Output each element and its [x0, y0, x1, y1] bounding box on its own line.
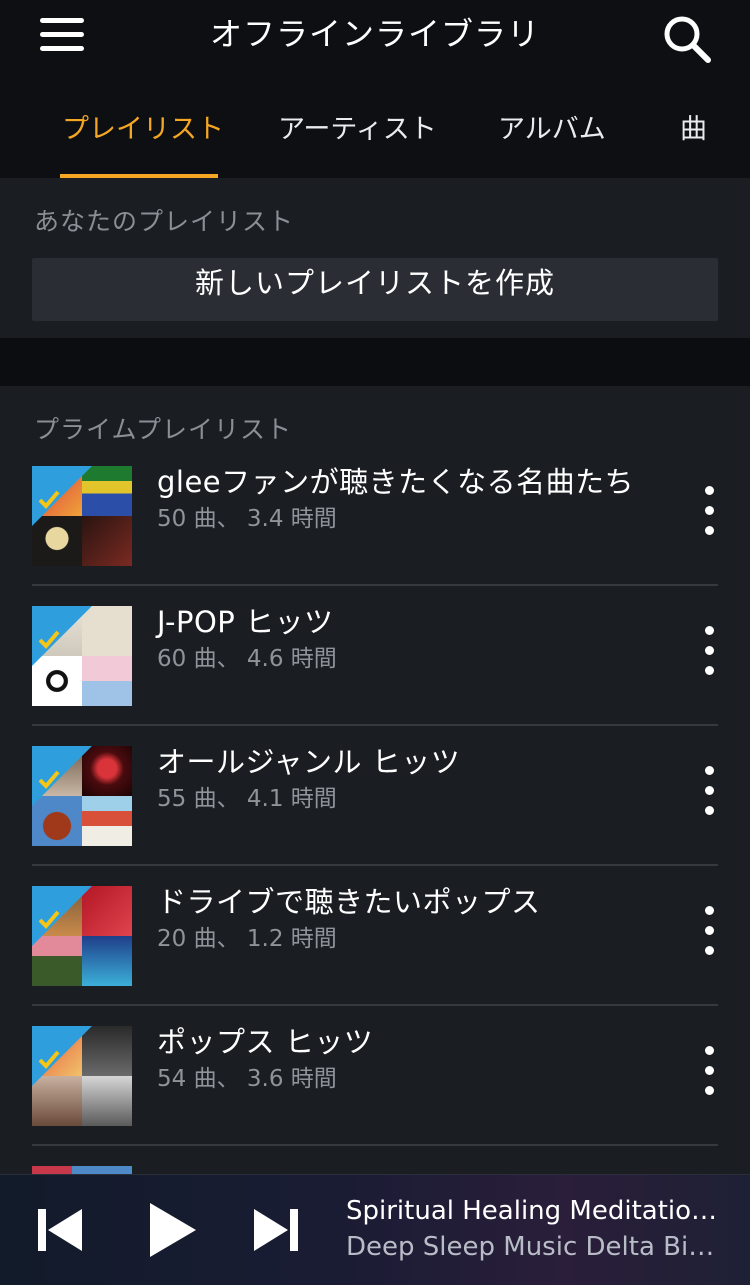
playlist-artwork: [32, 606, 132, 706]
playlist-artwork: [32, 886, 132, 986]
more-options-icon[interactable]: [700, 486, 720, 546]
playlist-meta: 20 曲、 1.2 時間: [157, 926, 337, 952]
your-playlists-label: あなたのプレイリスト: [34, 207, 295, 236]
playlist-meta: 60 曲、 4.6 時間: [157, 646, 337, 672]
more-options-icon[interactable]: [700, 626, 720, 686]
next-track-icon[interactable]: [252, 1207, 300, 1253]
tab-albums[interactable]: アルバム: [498, 112, 606, 148]
playlist-artwork: [32, 1026, 132, 1126]
play-icon[interactable]: [146, 1201, 198, 1259]
tab-playlists[interactable]: プレイリスト: [62, 112, 224, 148]
mini-player[interactable]: Spiritual Healing Meditation… Deep Sleep…: [0, 1174, 750, 1285]
library-tabs: プレイリスト アーティスト アルバム 曲: [0, 96, 750, 178]
playlist-row[interactable]: J-POP ヒッツ 60 曲、 4.6 時間: [0, 586, 750, 726]
playlist-meta: 55 曲、 4.1 時間: [157, 786, 337, 812]
previous-track-icon[interactable]: [36, 1207, 84, 1253]
playlist-artwork: [32, 466, 132, 566]
prime-playlists-section: プライムプレイリスト gleeファンが聴きたくなる名曲たち 50 曲、 3.4 …: [0, 386, 750, 1186]
playlist-meta: 50 曲、 3.4 時間: [157, 506, 337, 532]
tab-songs[interactable]: 曲: [680, 112, 707, 148]
playlist-title: gleeファンが聴きたくなる名曲たち: [157, 465, 635, 499]
top-bar: オフラインライブラリ プレイリスト アーティスト アルバム 曲: [0, 0, 750, 178]
create-playlist-button[interactable]: 新しいプレイリストを作成: [32, 258, 718, 321]
playlist-row[interactable]: オールジャンル ヒッツ 55 曲、 4.1 時間: [0, 726, 750, 866]
search-icon[interactable]: [660, 12, 716, 64]
playlist-row[interactable]: ポップス ヒッツ 54 曲、 3.6 時間: [0, 1006, 750, 1146]
playlist-title: ドライブで聴きたいポップス: [157, 885, 541, 919]
playlist-title: オールジャンル ヒッツ: [157, 745, 461, 779]
playlist-artwork: [32, 746, 132, 846]
page-title: オフラインライブラリ: [209, 15, 540, 53]
more-options-icon[interactable]: [700, 1046, 720, 1106]
more-options-icon[interactable]: [700, 906, 720, 966]
more-options-icon[interactable]: [700, 766, 720, 826]
now-playing-artist: Deep Sleep Music Delta Bin…: [346, 1232, 726, 1262]
playlist-title: J-POP ヒッツ: [157, 605, 334, 639]
create-playlist-label: 新しいプレイリストを作成: [194, 266, 555, 300]
playlist-meta: 54 曲、 3.6 時間: [157, 1066, 337, 1092]
playlist-row[interactable]: ドライブで聴きたいポップス 20 曲、 1.2 時間: [0, 866, 750, 1006]
playlist-title: ポップス ヒッツ: [157, 1025, 374, 1059]
prime-playlists-label: プライムプレイリスト: [34, 415, 293, 444]
your-playlists-section: あなたのプレイリスト 新しいプレイリストを作成: [0, 178, 750, 338]
now-playing-title: Spiritual Healing Meditation…: [346, 1196, 726, 1226]
playlist-row[interactable]: gleeファンが聴きたくなる名曲たち 50 曲、 3.4 時間: [0, 446, 750, 586]
tab-artists[interactable]: アーティスト: [278, 112, 437, 148]
row-divider: [32, 1144, 718, 1146]
section-divider: [0, 338, 750, 386]
